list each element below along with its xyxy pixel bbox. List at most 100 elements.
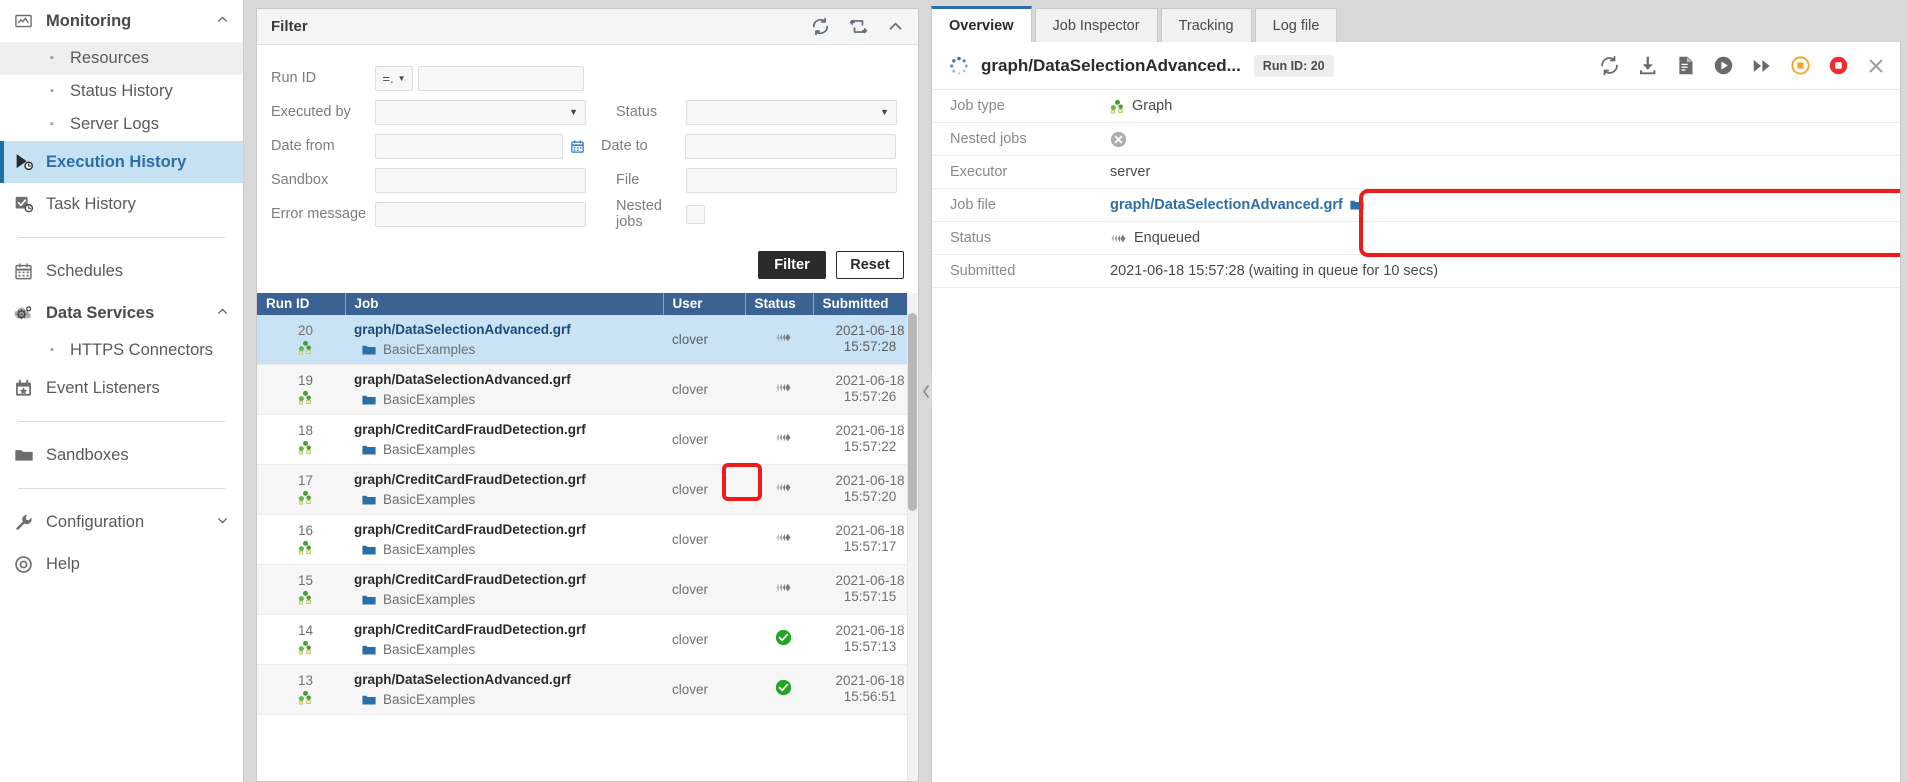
calendar-icon[interactable]	[570, 139, 585, 154]
filter-button[interactable]: Filter	[758, 251, 826, 279]
cell-status	[745, 464, 813, 515]
table-column-header[interactable]: Run ID	[257, 293, 346, 315]
file-input[interactable]	[686, 167, 897, 193]
sidebar-item-https-connectors[interactable]: ▪ HTTPS Connectors	[0, 334, 243, 367]
sandbox-name: BasicExamples	[383, 442, 476, 457]
job-link[interactable]: graph/DataSelectionAdvanced.grf	[354, 321, 663, 339]
table-row[interactable]: 14 graph/CreditCardFraudDetection.grf Ba…	[257, 614, 918, 665]
sandbox-folder-icon	[362, 393, 376, 407]
run-id-operator-select[interactable]: =. ▼	[375, 65, 413, 91]
cell-job: graph/DataSelectionAdvanced.grf BasicExa…	[345, 364, 663, 415]
submitted-date: 2021-06-18	[835, 373, 905, 388]
cell-run-id: 20	[257, 315, 345, 365]
sandbox-folder-icon	[362, 493, 376, 507]
sidebar-item-event-listeners[interactable]: Event Listeners	[0, 367, 243, 409]
sidebar-item-task-history[interactable]: Task History	[0, 183, 243, 225]
table-row[interactable]: 15 graph/CreditCardFraudDetection.grf Ba…	[257, 564, 918, 615]
detail-panel: graph/DataSelectionAdvanced... Run ID: 2…	[931, 42, 1901, 782]
table-row[interactable]: 13 graph/DataSelectionAdvanced.grf Basic…	[257, 664, 918, 715]
chevron-up-icon[interactable]	[213, 13, 229, 29]
job-link[interactable]: graph/DataSelectionAdvanced.grf	[354, 371, 663, 389]
date-to-input[interactable]	[685, 133, 896, 159]
job-link[interactable]: graph/CreditCardFraudDetection.grf	[354, 521, 663, 539]
chevron-up-icon[interactable]	[213, 305, 229, 321]
date-to-label: Date to	[601, 138, 648, 154]
job-link[interactable]: graph/CreditCardFraudDetection.grf	[354, 471, 663, 489]
sidebar-item-execution-history[interactable]: Execution History	[0, 141, 243, 183]
tab-log-file[interactable]: Log file	[1254, 8, 1338, 42]
sidebar-item-server-logs[interactable]: ▪ Server Logs	[0, 108, 243, 141]
job-file-link[interactable]: graph/DataSelectionAdvanced.grf	[1110, 197, 1343, 213]
open-sandbox-folder-icon[interactable]	[1350, 198, 1364, 212]
sandbox-info: BasicExamples	[354, 542, 663, 557]
submitted-time: 15:57:20	[843, 489, 897, 504]
job-link[interactable]: graph/DataSelectionAdvanced.grf	[354, 671, 663, 689]
table-header-row: Run ID Job User Status Submitted	[257, 293, 918, 315]
bullet-icon: ▪	[50, 52, 54, 64]
sandbox-input[interactable]	[375, 167, 586, 193]
job-link[interactable]: graph/CreditCardFraudDetection.grf	[354, 571, 663, 589]
run-id-input[interactable]	[418, 65, 584, 91]
download-icon[interactable]	[1637, 55, 1658, 76]
chevron-down-icon[interactable]	[213, 514, 229, 530]
auto-refresh-icon[interactable]	[849, 17, 868, 36]
sidebar-item-resources[interactable]: ▪ Resources	[0, 42, 243, 75]
property-value-wrap	[1110, 131, 1127, 148]
filter-form: Run ID =. ▼ Executed by ▼ Status ▼ Date …	[257, 45, 918, 241]
job-link[interactable]: graph/CreditCardFraudDetection.grf	[354, 621, 663, 639]
sidebar-item-monitoring[interactable]: Monitoring	[0, 0, 243, 42]
cell-job: graph/CreditCardFraudDetection.grf Basic…	[345, 414, 663, 465]
table-column-header[interactable]: Submitted	[813, 293, 918, 315]
job-detail-region: OverviewJob InspectorTrackingLog file	[931, 0, 1908, 782]
cell-run-id: 19	[257, 364, 345, 415]
submitted-date: 2021-06-18	[835, 423, 905, 438]
calendar-icon	[14, 261, 40, 281]
suspend-icon[interactable]	[1790, 55, 1811, 76]
sidebar-item-status-history[interactable]: ▪ Status History	[0, 75, 243, 108]
table-column-header[interactable]: Status	[745, 293, 814, 315]
refresh-icon[interactable]	[811, 17, 830, 36]
table-row[interactable]: 20 graph/DataSelectionAdvanced.grf Basic…	[257, 315, 918, 365]
abort-icon[interactable]	[1828, 55, 1849, 76]
error-message-input[interactable]	[375, 201, 586, 227]
table-scrollbar[interactable]	[907, 293, 918, 781]
date-from-input[interactable]	[375, 133, 563, 159]
refresh-icon[interactable]	[1599, 55, 1620, 76]
sidebar-item-sandboxes[interactable]: Sandboxes	[0, 434, 243, 476]
collapse-chevron-icon[interactable]	[887, 18, 904, 35]
skip-icon[interactable]	[1751, 55, 1773, 77]
property-row-job-type: Job type Graph	[932, 90, 1900, 123]
filter-row-sandbox: Sandbox File	[271, 163, 904, 197]
table-row[interactable]: 17 graph/CreditCardFraudDetection.grf Ba…	[257, 464, 918, 515]
sidebar-item-schedules[interactable]: Schedules	[0, 250, 243, 292]
log-file-icon[interactable]	[1675, 55, 1696, 76]
tab-job-inspector[interactable]: Job Inspector	[1034, 8, 1158, 42]
close-icon[interactable]	[1866, 56, 1886, 76]
property-value-wrap: server	[1110, 164, 1150, 180]
table-row[interactable]: 18 graph/CreditCardFraudDetection.grf Ba…	[257, 414, 918, 465]
tab-tracking[interactable]: Tracking	[1160, 8, 1252, 42]
cell-submitted: 2021-06-18 15:57:28	[813, 315, 918, 365]
status-enqueued-icon	[775, 581, 792, 594]
lifering-icon	[14, 554, 40, 574]
sidebar-item-help[interactable]: Help	[0, 543, 243, 585]
property-value: Enqueued	[1134, 230, 1201, 246]
sidebar-item-data-services[interactable]: Data Services	[0, 292, 243, 334]
table-row[interactable]: 16 graph/CreditCardFraudDetection.grf Ba…	[257, 514, 918, 565]
run-icon[interactable]	[1713, 55, 1734, 76]
executed-by-select[interactable]: ▼	[375, 99, 586, 125]
nested-jobs-checkbox[interactable]	[686, 204, 705, 224]
monitor-chart-icon	[14, 11, 40, 31]
collapse-panel-handle[interactable]	[919, 374, 932, 408]
job-link[interactable]: graph/CreditCardFraudDetection.grf	[354, 421, 663, 439]
table-column-header[interactable]: User	[663, 293, 746, 315]
reset-button[interactable]: Reset	[836, 251, 904, 279]
table-row[interactable]: 19 graph/DataSelectionAdvanced.grf Basic…	[257, 364, 918, 415]
table-column-header[interactable]: Job	[345, 293, 664, 315]
sidebar-item-configuration[interactable]: Configuration	[0, 501, 243, 543]
sandbox-label: Sandbox	[271, 172, 329, 188]
table-scrollbar-thumb[interactable]	[908, 313, 917, 511]
tab-overview[interactable]: Overview	[931, 6, 1032, 42]
status-select[interactable]: ▼	[686, 99, 897, 125]
sandbox-folder-icon	[362, 343, 376, 357]
